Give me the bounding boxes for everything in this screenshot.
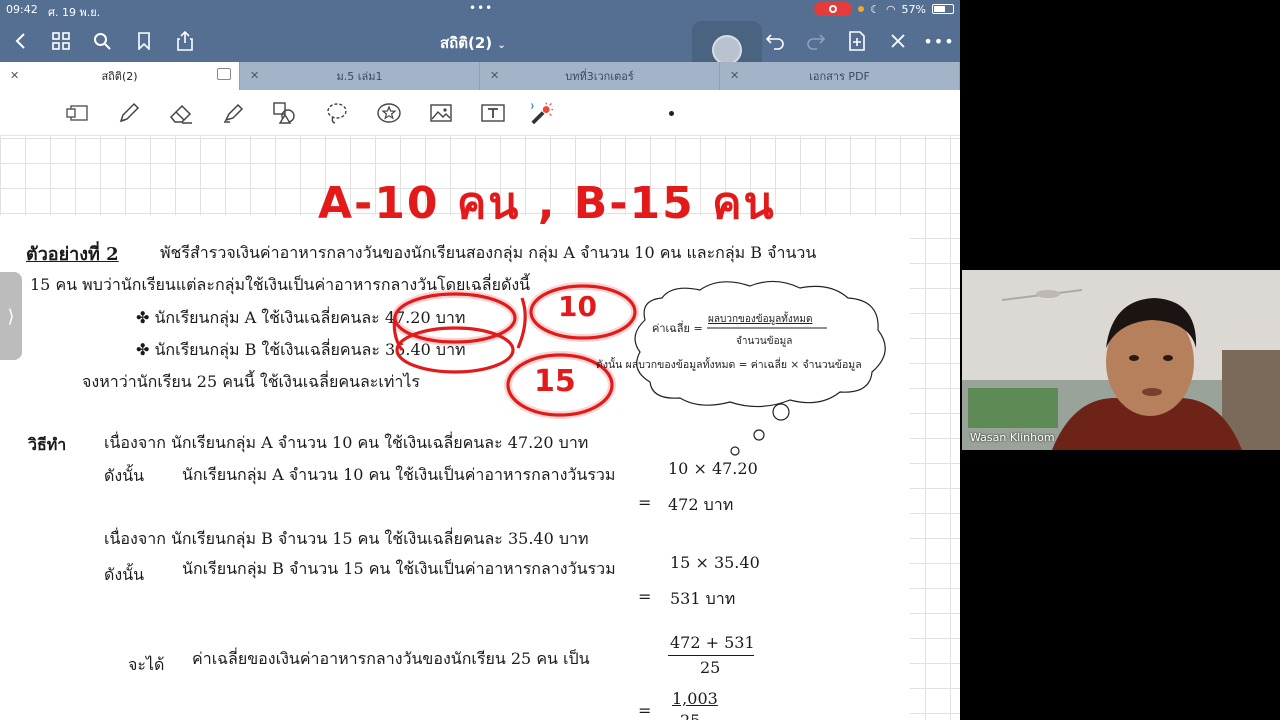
webcam-image (962, 270, 1280, 450)
chevron-right-icon: ⟩ (7, 305, 15, 327)
participant-name: Wasan Klinhom (970, 431, 1055, 444)
side-panel-handle[interactable]: ⟩ (0, 272, 22, 360)
handwritten-15: 15 (534, 364, 576, 399)
webcam-video[interactable]: Wasan Klinhom (962, 270, 1280, 450)
cloud-line2: ดังนั้น ผลบวกของข้อมูลทั้งหมด = ค่าเฉลี่… (596, 359, 862, 371)
notes-app: 09:42 ศ. 19 พ.ย. ••• ☾ ◠ 57% สถิติ(2) ⌄ (0, 0, 960, 720)
handwritten-groups: A-10 คน , B-15 คน (318, 178, 776, 229)
cloud-numerator: ผลบวกของข้อมูลทั้งหมด (708, 314, 813, 325)
cloud-denominator: จำนวนข้อมูล (736, 336, 793, 347)
handwritten-10: 10 (558, 290, 597, 323)
cloud-average-label: ค่าเฉลี่ย = (652, 322, 703, 335)
